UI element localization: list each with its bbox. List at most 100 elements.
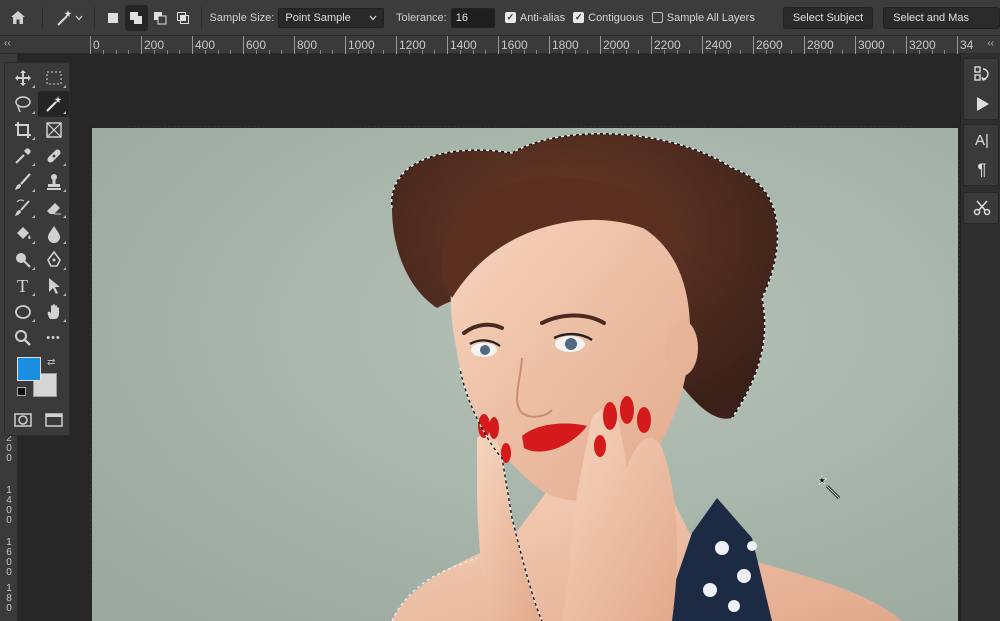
dodge-icon — [15, 253, 31, 268]
paragraph-icon: ¶ — [977, 160, 987, 179]
lasso-tool[interactable] — [7, 91, 38, 117]
eyedropper-icon — [14, 148, 31, 164]
dodge-tool[interactable] — [7, 247, 38, 273]
checkbox-checked-icon: ✓ — [504, 12, 516, 23]
vertical-ruler-label: 2 0 0 — [6, 433, 12, 464]
right-panel-group-1 — [963, 58, 999, 120]
paragraph-panel-button[interactable]: ¶ — [964, 155, 1000, 185]
scissors-icon — [973, 200, 991, 216]
tolerance-label: Tolerance: — [395, 11, 447, 24]
ruler-tick-label: 0 — [90, 36, 100, 54]
history-icon — [974, 66, 989, 81]
magic-wand-icon — [56, 9, 72, 26]
magic-wand-tool[interactable] — [38, 91, 69, 117]
collapse-left-panel-button[interactable]: ‹‹ — [4, 38, 11, 49]
sample-size-select[interactable]: Point Sample — [278, 7, 384, 28]
new-selection-button[interactable] — [101, 5, 124, 31]
right-panel-group-2: A| ¶ — [963, 124, 999, 186]
stamp-icon — [46, 174, 61, 190]
subtract-selection-icon — [153, 11, 167, 24]
sample-size-label: Sample Size: — [209, 11, 275, 24]
chevron-down-icon — [75, 15, 83, 20]
quick-mask-icon — [13, 413, 32, 427]
eraser-icon — [46, 203, 61, 215]
sample-all-layers-checkbox[interactable]: Sample All Layers — [651, 11, 755, 24]
contiguous-label: Contiguous — [588, 11, 644, 24]
canvas-workspace[interactable] — [18, 54, 960, 621]
home-icon — [10, 11, 25, 24]
foreground-color-swatch[interactable] — [17, 357, 41, 381]
crop-tool[interactable] — [7, 117, 38, 143]
screen-mode-button[interactable] — [40, 409, 68, 431]
rectangle-marquee-icon — [46, 71, 61, 85]
select-subject-button[interactable]: Select Subject — [782, 6, 874, 29]
play-icon — [977, 97, 989, 111]
brush-tool[interactable] — [7, 169, 38, 195]
add-selection-icon — [130, 11, 143, 24]
history-panel-button[interactable] — [964, 59, 1000, 89]
hand-tool[interactable] — [38, 299, 69, 325]
clone-stamp-tool[interactable] — [38, 169, 69, 195]
ruler-ticks: 0 200 400 600 800 1000 1200 1400 1600 1800 2000 220… — [90, 36, 973, 54]
quick-mask-button[interactable] — [9, 409, 37, 431]
subtract-from-selection-button[interactable] — [148, 5, 171, 31]
options-bar: Sample Size: Point Sample Tolerance: 16 … — [0, 0, 1000, 36]
brush-icon — [14, 173, 31, 190]
right-panel-dock: A| ¶ — [960, 54, 1000, 621]
photoshop-window: Sample Size: Point Sample Tolerance: 16 … — [0, 0, 1000, 621]
sample-all-layers-label: Sample All Layers — [666, 11, 755, 24]
separator — [41, 6, 43, 29]
zoom-tool[interactable] — [7, 325, 38, 351]
tool-preset-picker[interactable] — [49, 5, 89, 31]
actions-panel-button[interactable] — [964, 89, 1000, 119]
tool-presets-panel-button[interactable] — [964, 193, 1000, 223]
ruler-tick-label: 800 — [294, 36, 317, 54]
eraser-tool[interactable] — [38, 195, 69, 221]
crop-icon — [14, 122, 31, 138]
tolerance-input[interactable]: 16 — [450, 7, 495, 28]
add-to-selection-button[interactable] — [124, 4, 148, 31]
frame-tool[interactable] — [38, 117, 69, 143]
selection-marquee — [90, 126, 960, 621]
chevron-down-icon — [369, 15, 377, 20]
vertical-ruler-label: 1 6 0 0 — [6, 537, 12, 578]
healing-brush-tool[interactable] — [38, 143, 69, 169]
blur-tool[interactable] — [38, 221, 69, 247]
character-panel-button[interactable]: A| — [964, 125, 1000, 155]
select-and-mask-button[interactable]: Select and Mas — [883, 6, 1000, 29]
move-tool[interactable] — [7, 65, 38, 91]
swap-colors-icon[interactable]: ⇄ — [47, 357, 55, 368]
eyedropper-tool[interactable] — [7, 143, 38, 169]
anti-alias-checkbox[interactable]: ✓ Anti-alias — [504, 11, 566, 24]
intersect-selection-button[interactable] — [171, 5, 194, 31]
anti-alias-label: Anti-alias — [519, 11, 566, 24]
bandage-icon — [46, 149, 61, 163]
zoom-icon — [14, 330, 31, 346]
ruler-tick-label: 200 — [141, 36, 164, 54]
ellipse-icon — [14, 305, 31, 319]
path-selection-tool[interactable] — [38, 273, 69, 299]
ruler-tick-label: 400 — [192, 36, 215, 54]
type-icon: T — [17, 275, 28, 296]
paint-bucket-icon — [16, 227, 31, 239]
history-brush-tool[interactable] — [7, 195, 38, 221]
toolbar-bottom-row — [7, 409, 69, 431]
paint-bucket-tool[interactable] — [7, 221, 38, 247]
home-button[interactable] — [0, 5, 36, 31]
tools-panel: T ••• ⇄ — [4, 62, 70, 436]
pen-icon — [46, 251, 61, 267]
checkbox-unchecked-icon — [651, 12, 663, 23]
hand-icon — [47, 304, 59, 319]
ruler-tick-label: 600 — [243, 36, 266, 54]
type-tool[interactable]: T — [7, 273, 38, 299]
default-colors-icon[interactable] — [17, 387, 26, 396]
collapse-right-panel-button[interactable]: ‹‹ — [987, 38, 994, 49]
history-brush-icon — [14, 199, 30, 216]
marquee-tool[interactable] — [38, 65, 69, 91]
contiguous-checkbox[interactable]: ✓ Contiguous — [573, 12, 644, 24]
vertical-ruler-label: 1 8 0 — [6, 583, 12, 614]
more-tools-button[interactable]: ••• — [38, 325, 69, 351]
pen-tool[interactable] — [38, 247, 69, 273]
ellipse-tool[interactable] — [7, 299, 38, 325]
vertical-ruler-label: 1 4 0 0 — [6, 485, 12, 526]
